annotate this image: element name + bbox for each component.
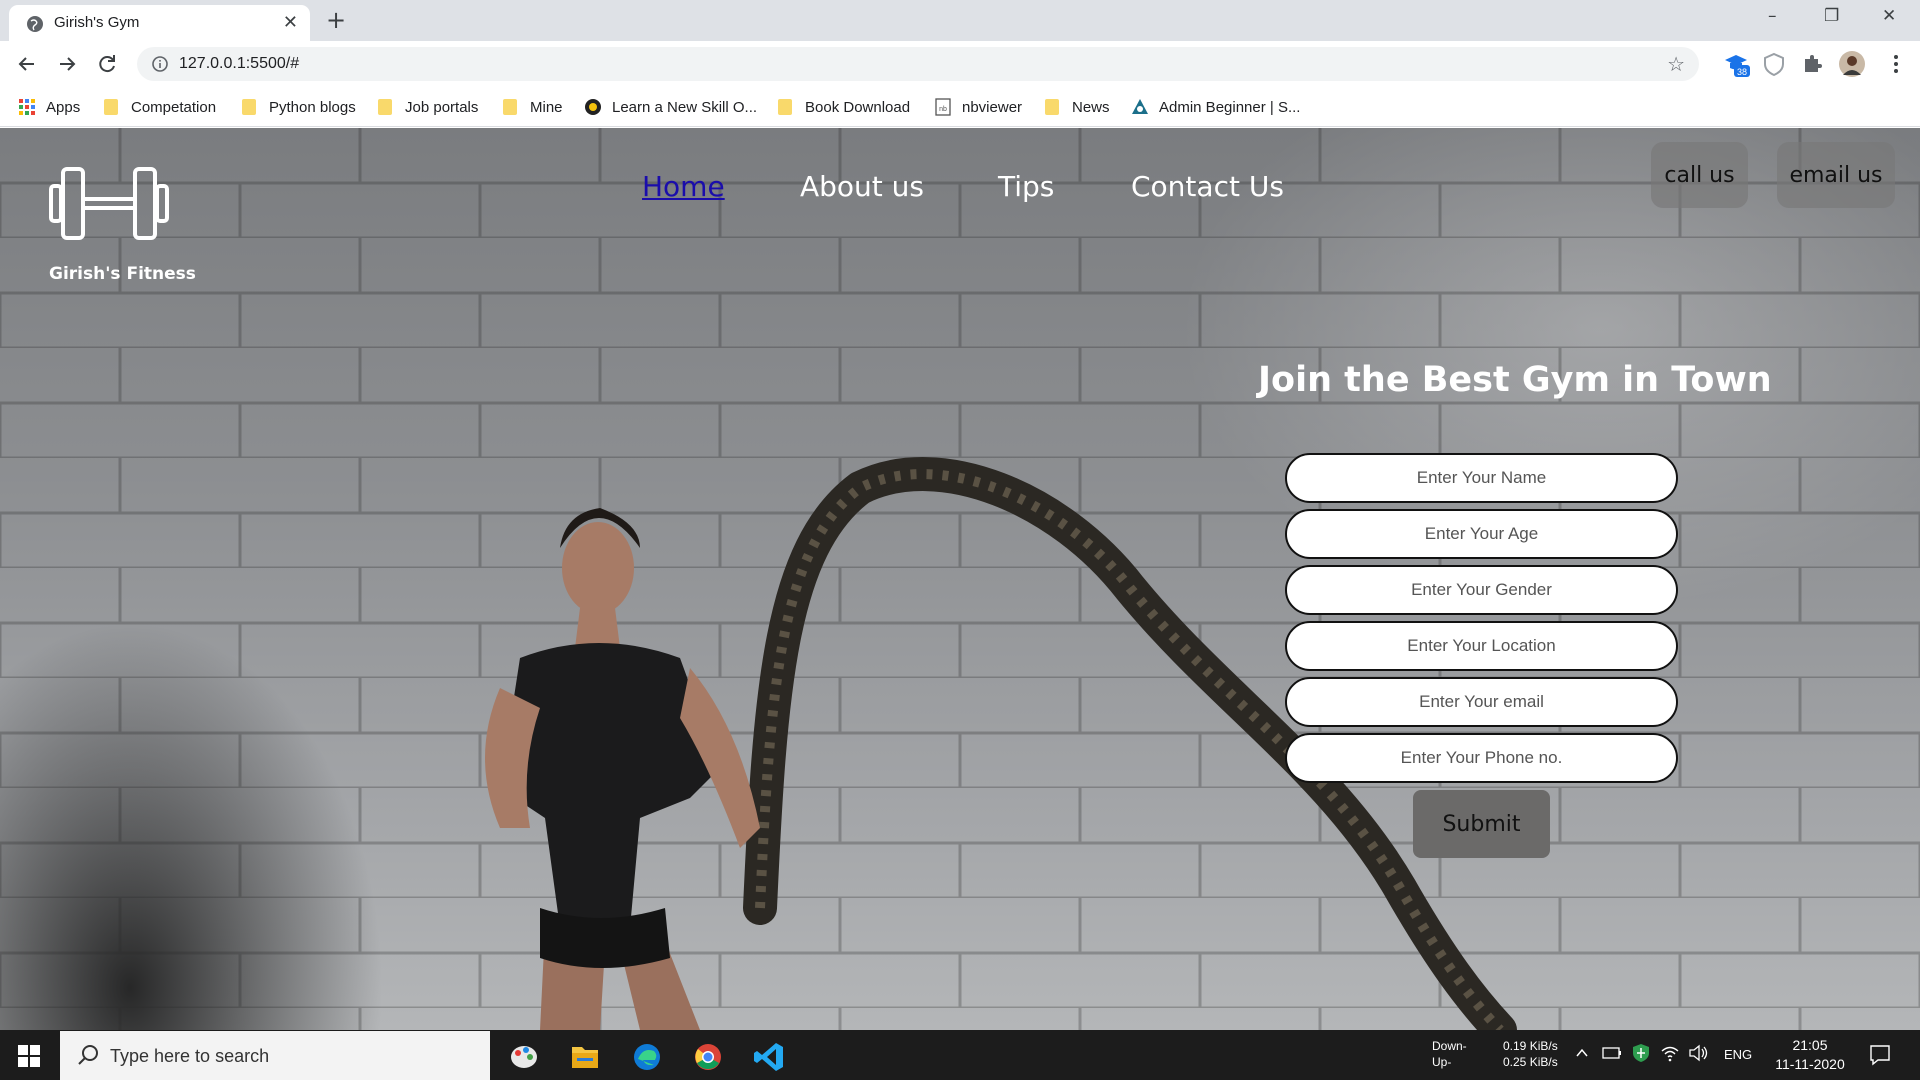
nav-about-link[interactable]: About us bbox=[800, 170, 924, 203]
restore-button[interactable]: ❐ bbox=[1824, 6, 1839, 26]
net-down-label: Down- bbox=[1432, 1039, 1467, 1053]
clock-date: 11-11-2020 bbox=[1775, 1056, 1845, 1072]
nav-contact-link[interactable]: Contact Us bbox=[1131, 170, 1284, 203]
bookmark-label: Learn a New Skill O... bbox=[612, 98, 758, 116]
folder-icon bbox=[242, 99, 256, 115]
age-field[interactable] bbox=[1285, 509, 1678, 559]
close-tab-icon[interactable]: ✕ bbox=[283, 12, 298, 33]
url-text[interactable]: 127.0.0.1:5500/# bbox=[179, 55, 299, 73]
close-window-button[interactable]: ✕ bbox=[1882, 6, 1896, 26]
bookmark-folder[interactable]: Python blogs bbox=[242, 97, 356, 117]
apps-grid-icon bbox=[19, 99, 35, 115]
forward-arrow-icon[interactable] bbox=[54, 51, 80, 77]
shield-extension-icon[interactable] bbox=[1760, 50, 1788, 78]
bookmarks-bar: Apps Competation Python blogs Job portal… bbox=[0, 87, 1920, 127]
nav-tips-link[interactable]: Tips bbox=[998, 170, 1054, 203]
browser-tab[interactable]: Girish's Gym ✕ bbox=[9, 5, 310, 41]
globe-icon bbox=[27, 16, 43, 32]
tab-title: Girish's Gym bbox=[54, 14, 140, 31]
menu-kebab-icon[interactable] bbox=[1882, 50, 1910, 78]
gender-field[interactable] bbox=[1285, 565, 1678, 615]
submit-button[interactable]: Submit bbox=[1413, 790, 1550, 858]
bookmark-label: Job portals bbox=[405, 98, 479, 116]
clock-time: 21:05 bbox=[1792, 1037, 1828, 1053]
file-explorer-icon[interactable] bbox=[561, 1035, 609, 1079]
reload-icon[interactable] bbox=[94, 51, 120, 77]
extension-cap-icon[interactable]: 38 bbox=[1722, 50, 1750, 78]
bookmark-label: News bbox=[1072, 98, 1110, 116]
chevron-up-icon[interactable] bbox=[1574, 1045, 1590, 1061]
bookmark-folder[interactable]: Book Download bbox=[778, 97, 910, 117]
dumbbell-logo-icon bbox=[49, 167, 169, 240]
net-down-value: 0.19 KiB/s bbox=[1503, 1039, 1558, 1053]
extensions-puzzle-icon[interactable] bbox=[1798, 50, 1826, 78]
volume-icon[interactable] bbox=[1688, 1043, 1710, 1063]
wifi-icon[interactable] bbox=[1660, 1043, 1680, 1063]
bookmark-label: Apps bbox=[46, 98, 81, 116]
minimize-button[interactable]: – bbox=[1768, 6, 1777, 26]
folder-icon bbox=[378, 99, 392, 115]
notification-center-icon[interactable] bbox=[1868, 1043, 1892, 1067]
profile-avatar[interactable] bbox=[1838, 50, 1866, 78]
chrome-browser-icon[interactable] bbox=[684, 1035, 732, 1079]
nav-home-link[interactable]: Home bbox=[642, 170, 725, 203]
bookmark-apps[interactable]: Apps bbox=[18, 97, 80, 117]
battery-icon[interactable] bbox=[1602, 1045, 1622, 1061]
bookmark-folder[interactable]: Mine bbox=[503, 97, 563, 117]
info-icon[interactable] bbox=[151, 55, 169, 73]
bookmark-label: Admin Beginner | S... bbox=[1159, 98, 1301, 116]
extension-badge: 38 bbox=[1737, 67, 1747, 77]
hero-title: Join the Best Gym in Town bbox=[1258, 360, 1772, 400]
bookmark-label: Mine bbox=[530, 98, 563, 116]
folder-icon bbox=[778, 99, 792, 115]
network-speed-labels: Down- Up- bbox=[1432, 1038, 1467, 1070]
search-placeholder: Type here to search bbox=[110, 1046, 270, 1066]
phone-field[interactable] bbox=[1285, 733, 1678, 783]
bookmark-site[interactable]: nb nbviewer bbox=[934, 97, 1022, 117]
taskbar-search-box[interactable]: Type here to search bbox=[60, 1031, 490, 1080]
bookmark-folder[interactable]: Competation bbox=[104, 97, 216, 117]
folder-icon bbox=[503, 99, 517, 115]
site-icon bbox=[1132, 99, 1148, 114]
bookmark-label: nbviewer bbox=[962, 98, 1023, 116]
network-speed-values: 0.19 KiB/s 0.25 KiB/s bbox=[1503, 1038, 1558, 1070]
bookmark-label: Python blogs bbox=[269, 98, 356, 116]
net-up-label: Up- bbox=[1432, 1055, 1452, 1069]
bookmark-site[interactable]: Learn a New Skill O... bbox=[584, 97, 757, 117]
folder-icon bbox=[104, 99, 118, 115]
location-field[interactable] bbox=[1285, 621, 1678, 671]
input-language[interactable]: ENG bbox=[1724, 1047, 1752, 1063]
back-arrow-icon[interactable] bbox=[14, 51, 40, 77]
bookmark-folder[interactable]: Job portals bbox=[378, 97, 478, 117]
security-shield-icon[interactable] bbox=[1632, 1043, 1650, 1063]
address-bar[interactable]: 127.0.0.1:5500/# ☆ bbox=[137, 47, 1699, 81]
clock[interactable]: 21:05 11-11-2020 bbox=[1770, 1036, 1850, 1074]
new-tab-button[interactable]: + bbox=[326, 6, 346, 34]
email-us-button[interactable]: email us bbox=[1777, 142, 1895, 208]
windows-taskbar: Type here to search Down- Up- 0.19 KiB/s… bbox=[0, 1030, 1920, 1080]
folder-icon bbox=[1045, 99, 1059, 115]
bookmark-label: Book Download bbox=[805, 98, 911, 116]
nbviewer-icon: nb bbox=[935, 98, 951, 116]
browser-toolbar: 127.0.0.1:5500/# ☆ 38 bbox=[0, 41, 1920, 87]
vscode-icon[interactable] bbox=[746, 1035, 794, 1079]
bookmark-folder[interactable]: News bbox=[1045, 97, 1110, 117]
call-us-button[interactable]: call us bbox=[1651, 142, 1748, 208]
email-field[interactable] bbox=[1285, 677, 1678, 727]
search-icon bbox=[78, 1045, 98, 1065]
svg-text:nb: nb bbox=[939, 106, 947, 113]
bookmark-label: Competation bbox=[131, 98, 217, 116]
tab-strip: Girish's Gym ✕ + – ❐ ✕ bbox=[0, 0, 1920, 41]
site-icon bbox=[585, 99, 601, 115]
name-field[interactable] bbox=[1285, 453, 1678, 503]
brand-name: Girish's Fitness bbox=[49, 264, 196, 284]
gym-page: Girish's Fitness Home About us Tips Cont… bbox=[0, 128, 1920, 1030]
edge-browser-icon[interactable] bbox=[623, 1035, 671, 1079]
net-up-value: 0.25 KiB/s bbox=[1503, 1055, 1558, 1069]
paint-app-icon[interactable] bbox=[500, 1035, 548, 1079]
windows-start-icon[interactable] bbox=[18, 1045, 40, 1067]
bookmark-site[interactable]: Admin Beginner | S... bbox=[1131, 97, 1300, 117]
bookmark-star-icon[interactable]: ☆ bbox=[1667, 52, 1685, 76]
